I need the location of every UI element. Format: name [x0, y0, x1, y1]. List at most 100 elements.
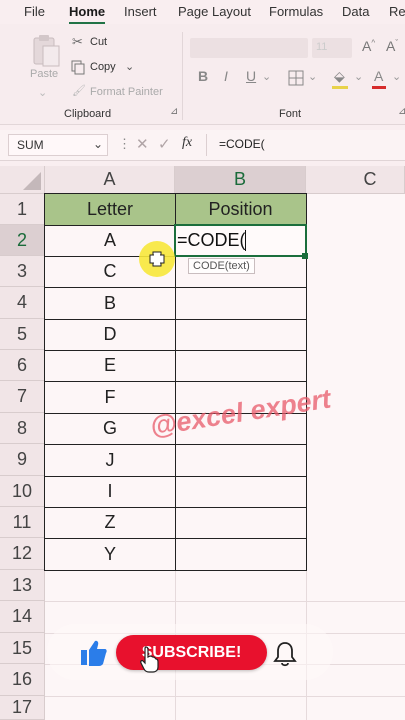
row-header[interactable]: 2 — [0, 225, 45, 256]
like-thumb-icon[interactable] — [78, 638, 108, 668]
copy-button[interactable]: Copy — [90, 61, 116, 73]
menu-bar: File Home Insert Page Layout Formulas Da… — [0, 0, 405, 24]
row-header[interactable]: 3 — [0, 256, 45, 287]
font-launcher-icon[interactable]: ⊿ — [398, 106, 405, 117]
name-box-value: SUM — [17, 138, 44, 152]
name-box[interactable]: SUM ⌄ — [8, 134, 108, 156]
letter-cell[interactable]: F — [45, 381, 175, 413]
row-header[interactable]: 16 — [0, 664, 45, 696]
table-border — [44, 570, 307, 571]
font-size-value: 11 — [316, 41, 328, 53]
italic-icon[interactable]: I — [224, 68, 228, 84]
row-header[interactable]: 10 — [0, 476, 45, 507]
notification-bell-icon[interactable] — [272, 640, 298, 668]
menu-formulas[interactable]: Formulas — [269, 4, 323, 19]
clipboard-launcher-icon[interactable]: ⊿ — [170, 106, 178, 117]
column-header-c[interactable]: C — [306, 166, 405, 194]
bold-icon[interactable]: B — [198, 68, 208, 84]
row-header[interactable]: 17 — [0, 696, 45, 720]
format-painter-button[interactable]: Format Painter — [90, 86, 163, 98]
row-header[interactable]: 13 — [0, 570, 45, 601]
row-header[interactable]: 4 — [0, 287, 45, 319]
letter-cell[interactable]: I — [45, 476, 175, 507]
table-border — [44, 350, 307, 351]
paste-icon[interactable] — [28, 32, 64, 68]
column-header-a[interactable]: A — [45, 166, 175, 194]
paste-label: Paste — [30, 68, 59, 80]
font-name-select[interactable] — [190, 38, 308, 58]
formula-bar: SUM ⌄ ⋮ ✕ ✓ fx =CODE( — [0, 130, 405, 161]
row-header[interactable]: 15 — [0, 633, 45, 664]
gridline — [45, 601, 405, 602]
cancel-icon[interactable]: ✕ — [136, 135, 149, 153]
table-border — [44, 381, 307, 382]
row-header[interactable]: 9 — [0, 444, 45, 476]
font-color-icon[interactable]: A — [374, 68, 383, 84]
row-header[interactable]: 5 — [0, 319, 45, 350]
copy-icon[interactable] — [70, 59, 86, 75]
font-color-swatch — [372, 86, 386, 89]
menu-page-layout[interactable]: Page Layout — [178, 4, 251, 19]
insert-function-button[interactable]: fx — [182, 135, 192, 151]
decrease-font-icon[interactable]: Aˇ — [386, 38, 398, 54]
row-header[interactable]: 14 — [0, 601, 45, 633]
row-header[interactable]: 1 — [0, 194, 45, 225]
ribbon: Paste ⌄ ✂ Cut Copy ⌄ 🖌 Format Painter Cl… — [0, 24, 405, 125]
row-header[interactable]: 8 — [0, 413, 45, 444]
borders-chevron-icon[interactable]: ⌄ — [308, 70, 317, 83]
clipboard-group-label: Clipboard — [64, 108, 112, 120]
format-painter-icon[interactable]: 🖌 — [72, 84, 86, 97]
select-all-corner[interactable] — [0, 166, 45, 194]
formula-input[interactable]: =CODE( — [219, 137, 265, 151]
select-all-icon — [23, 171, 41, 190]
formula-separator — [206, 134, 207, 156]
name-box-chevron-icon[interactable]: ⌄ — [93, 137, 103, 151]
table-border — [44, 193, 307, 194]
letter-cell[interactable]: D — [45, 319, 175, 350]
menu-file[interactable]: File — [24, 4, 45, 19]
table-border — [44, 444, 307, 445]
letter-cell[interactable]: E — [45, 350, 175, 381]
letter-cell[interactable]: J — [45, 444, 175, 476]
table-border — [44, 507, 307, 508]
active-cell-b2[interactable]: =CODE( — [174, 224, 307, 257]
menu-insert[interactable]: Insert — [124, 4, 157, 19]
table-border — [44, 287, 307, 288]
gridline — [45, 696, 405, 697]
fill-handle[interactable] — [302, 253, 308, 259]
enter-icon[interactable]: ✓ — [158, 135, 171, 153]
font-color-chevron-icon[interactable]: ⌄ — [392, 70, 401, 83]
header-cell-position[interactable]: Position — [175, 194, 306, 225]
column-header-b[interactable]: B — [175, 166, 306, 194]
active-cell-input[interactable]: =CODE( — [177, 230, 246, 251]
table-border — [44, 476, 307, 477]
menu-review[interactable]: Re — [389, 4, 405, 19]
underline-icon[interactable]: U — [246, 68, 256, 84]
cut-icon[interactable]: ✂ — [72, 34, 83, 50]
more-options-icon[interactable]: ⋮ — [118, 136, 131, 152]
cut-button[interactable]: Cut — [90, 36, 107, 48]
text-cursor — [245, 230, 246, 251]
paste-chevron-icon[interactable]: ⌄ — [38, 86, 47, 99]
cursor-highlight — [139, 241, 175, 277]
fill-color-icon[interactable]: ⬙ — [334, 68, 345, 85]
borders-icon[interactable] — [288, 70, 304, 86]
hand-pointer-icon — [140, 646, 159, 673]
letter-cell[interactable]: B — [45, 287, 175, 319]
letter-cell[interactable]: Z — [45, 507, 175, 538]
row-header[interactable]: 7 — [0, 381, 45, 413]
row-header[interactable]: 11 — [0, 507, 45, 538]
ribbon-separator — [182, 32, 183, 120]
underline-chevron-icon[interactable]: ⌄ — [262, 70, 271, 83]
fill-chevron-icon[interactable]: ⌄ — [354, 70, 363, 83]
menu-data[interactable]: Data — [342, 4, 369, 19]
font-group-label: Font — [279, 108, 302, 120]
header-cell-letter[interactable]: Letter — [45, 194, 175, 225]
copy-chevron-icon[interactable]: ⌄ — [125, 60, 134, 73]
fill-color-swatch — [332, 86, 348, 89]
increase-font-icon[interactable]: A^ — [362, 38, 375, 54]
row-header[interactable]: 6 — [0, 350, 45, 381]
row-header[interactable]: 12 — [0, 538, 45, 570]
menu-home[interactable]: Home — [69, 4, 105, 19]
letter-cell[interactable]: Y — [45, 538, 175, 570]
